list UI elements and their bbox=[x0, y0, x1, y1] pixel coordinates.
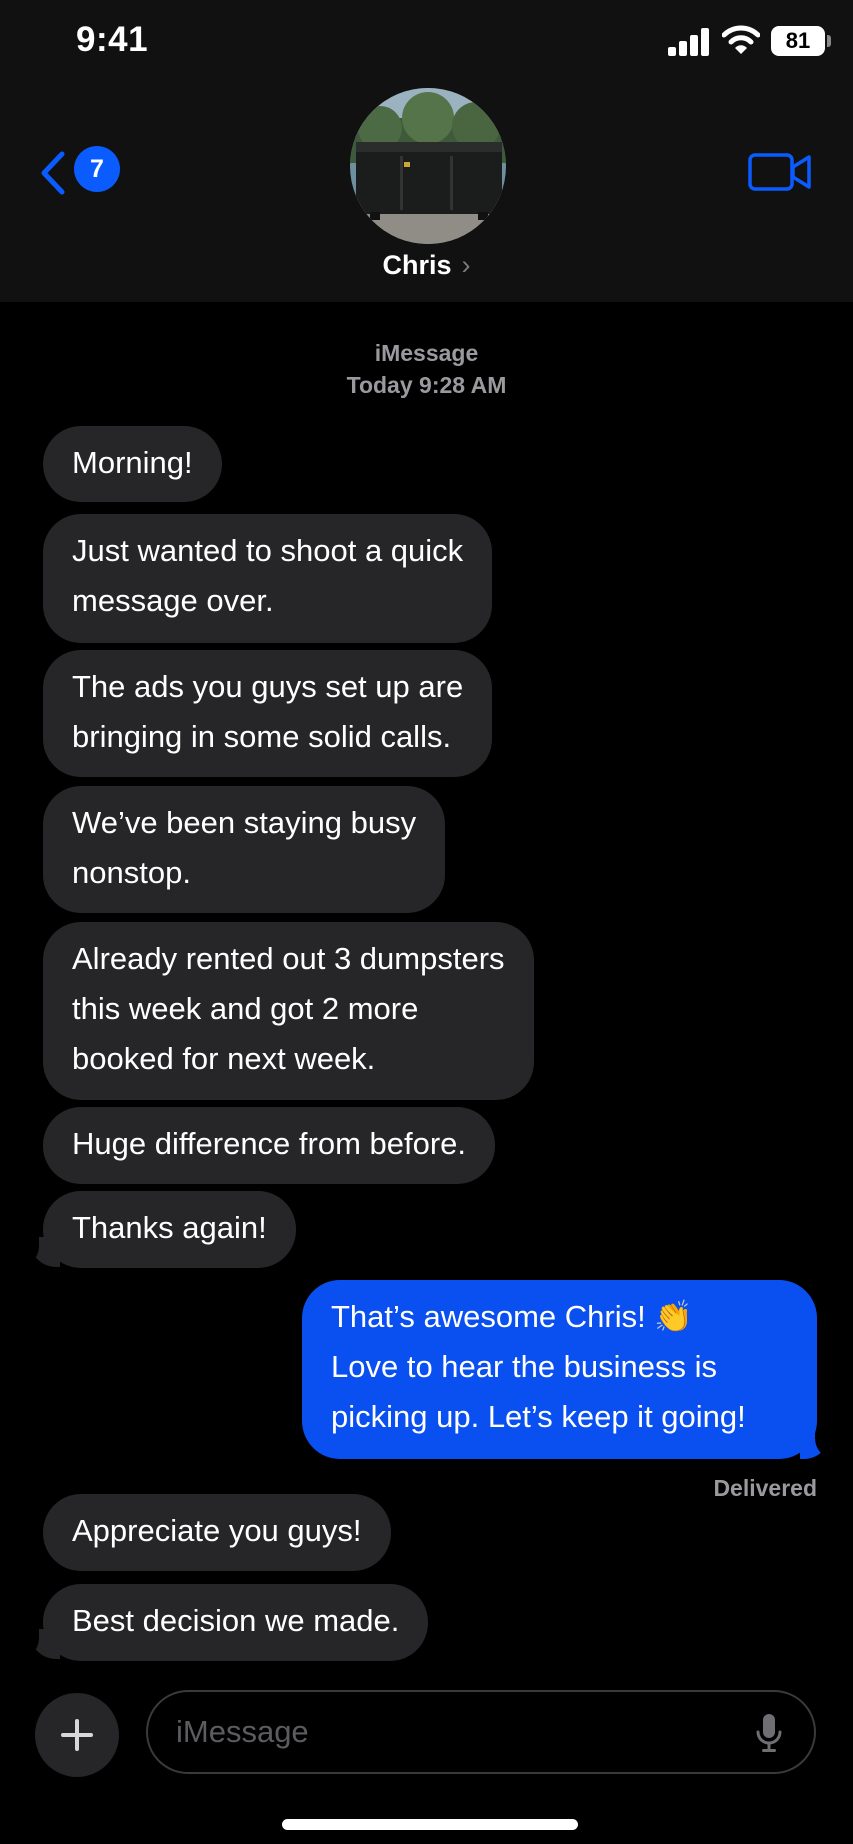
battery-icon: 81 bbox=[771, 26, 825, 56]
home-indicator[interactable] bbox=[282, 1819, 578, 1830]
cellular-signal-icon bbox=[668, 28, 710, 56]
message-input-placeholder: iMessage bbox=[176, 1714, 309, 1749]
message-bubble-received[interactable]: Already rented out 3 dumpsters this week… bbox=[43, 922, 534, 1100]
message-input[interactable]: iMessage bbox=[146, 1690, 816, 1774]
chevron-right-icon: › bbox=[461, 250, 471, 280]
message-bubble-received[interactable]: Huge difference from before. bbox=[43, 1107, 496, 1184]
contact-name: Chris bbox=[382, 250, 452, 280]
message-bubble-received[interactable]: Morning! bbox=[43, 426, 222, 502]
thread-timestamp: Today 9:28 AM bbox=[346, 372, 507, 398]
bubble-tail-mask bbox=[815, 1428, 837, 1460]
back-button[interactable]: 7 bbox=[36, 146, 124, 200]
microphone-icon[interactable] bbox=[756, 1712, 782, 1754]
service-label: iMessage bbox=[374, 340, 479, 366]
message-bubble-sent[interactable]: That’s awesome Chris! 👏 Love to hear the… bbox=[302, 1280, 817, 1459]
delivered-status: Delivered bbox=[713, 1475, 817, 1501]
back-chevron-icon bbox=[41, 151, 65, 195]
video-call-icon[interactable] bbox=[748, 152, 812, 192]
message-bubble-received[interactable]: We’ve been staying busy nonstop. bbox=[43, 786, 446, 913]
message-bubble-received[interactable]: Best decision we made. bbox=[43, 1584, 429, 1661]
conversation-header: 9:41 81 7 Chris › bbox=[0, 0, 853, 302]
message-bubble-received[interactable]: Thanks again! bbox=[43, 1191, 296, 1268]
status-time: 9:41 bbox=[76, 20, 149, 59]
dumpster-photo bbox=[350, 88, 506, 244]
wifi-icon bbox=[722, 25, 760, 54]
message-bubble-received[interactable]: Appreciate you guys! bbox=[43, 1494, 391, 1571]
contact-name-button[interactable]: Chris › bbox=[0, 250, 853, 281]
battery-tip bbox=[827, 35, 831, 47]
plus-icon[interactable] bbox=[35, 1693, 119, 1777]
bubble-tail-mask bbox=[17, 1628, 39, 1660]
contact-avatar[interactable] bbox=[350, 88, 506, 244]
bubble-tail-mask bbox=[17, 1236, 39, 1268]
message-bubble-received[interactable]: The ads you guys set up are bringing in … bbox=[43, 650, 493, 777]
message-bubble-received[interactable]: Just wanted to shoot a quick message ove… bbox=[43, 514, 493, 643]
unread-count-badge: 7 bbox=[74, 146, 120, 192]
